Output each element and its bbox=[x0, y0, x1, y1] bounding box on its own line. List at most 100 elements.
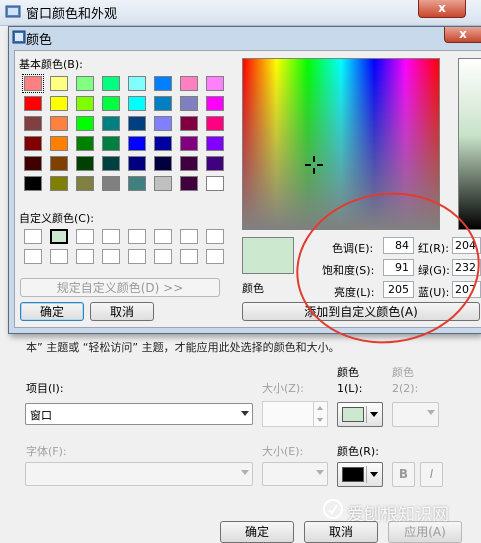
basic-colors-label: 基本颜色(B): bbox=[19, 58, 83, 71]
basic-color-swatch[interactable] bbox=[76, 76, 94, 91]
back-window-notice: 本” 主题或 “轻松访问” 主题，才能应用此处选择的颜色和大小。 bbox=[26, 341, 340, 354]
basic-color-swatch[interactable] bbox=[180, 176, 198, 191]
color-dialog-close-button[interactable]: x bbox=[444, 27, 481, 43]
basic-color-swatch[interactable] bbox=[50, 76, 68, 91]
basic-color-swatch[interactable] bbox=[50, 96, 68, 111]
back-window-close-button[interactable]: x bbox=[418, 0, 466, 18]
back-window-title: 窗口颜色和外观 bbox=[26, 7, 118, 22]
basic-color-swatch[interactable] bbox=[180, 156, 198, 171]
dialog-ok-button[interactable]: 确定 bbox=[20, 302, 84, 321]
basic-color-swatch[interactable] bbox=[24, 156, 42, 171]
basic-color-swatch[interactable] bbox=[102, 76, 120, 91]
color2-label-a: 颜色 bbox=[392, 366, 414, 379]
basic-color-swatch[interactable] bbox=[24, 136, 42, 151]
basic-color-swatch[interactable] bbox=[206, 76, 224, 91]
custom-color-swatch[interactable] bbox=[76, 249, 94, 264]
basic-color-swatch[interactable] bbox=[50, 156, 68, 171]
basic-color-swatch[interactable] bbox=[102, 116, 120, 131]
custom-color-swatch[interactable] bbox=[24, 229, 42, 244]
custom-color-swatch[interactable] bbox=[50, 229, 68, 244]
custom-color-swatch[interactable] bbox=[102, 249, 120, 264]
basic-color-swatch[interactable] bbox=[50, 116, 68, 131]
size-spinner-buttons[interactable] bbox=[313, 402, 327, 426]
basic-color-swatch[interactable] bbox=[154, 176, 172, 191]
basic-color-swatch[interactable] bbox=[76, 96, 94, 111]
font-dropdown[interactable] bbox=[25, 462, 253, 486]
basic-color-swatch[interactable] bbox=[180, 116, 198, 131]
color1-picker-button[interactable] bbox=[337, 402, 383, 427]
basic-color-swatch[interactable] bbox=[76, 136, 94, 151]
dialog-cancel-button[interactable]: 取消 bbox=[90, 302, 154, 321]
basic-color-swatch[interactable] bbox=[102, 96, 120, 111]
basic-color-swatch[interactable] bbox=[206, 176, 224, 191]
basic-color-swatch[interactable] bbox=[128, 136, 146, 151]
define-custom-colors-button[interactable]: 规定自定义颜色(D) >> bbox=[20, 278, 220, 297]
bold-button[interactable]: B bbox=[392, 462, 415, 487]
crosshair-icon[interactable] bbox=[305, 156, 323, 174]
basic-color-swatch[interactable] bbox=[50, 136, 68, 151]
basic-color-swatch[interactable] bbox=[206, 116, 224, 131]
item-label: 项目(I): bbox=[26, 382, 64, 395]
custom-color-swatch[interactable] bbox=[76, 229, 94, 244]
watermark-logo-icon bbox=[323, 499, 343, 519]
luminance-slider[interactable] bbox=[458, 58, 481, 230]
basic-color-swatch[interactable] bbox=[128, 116, 146, 131]
basic-color-swatch[interactable] bbox=[180, 96, 198, 111]
custom-color-swatch[interactable] bbox=[24, 249, 42, 264]
custom-color-swatch[interactable] bbox=[154, 229, 172, 244]
basic-color-swatch[interactable] bbox=[76, 176, 94, 191]
basic-color-swatch[interactable] bbox=[24, 116, 42, 131]
color2-picker-button[interactable] bbox=[392, 402, 439, 427]
color2-label-b: 2(2): bbox=[392, 382, 419, 395]
font-label: 字体(F): bbox=[26, 445, 67, 458]
custom-color-swatch[interactable] bbox=[128, 249, 146, 264]
basic-color-swatch[interactable] bbox=[102, 156, 120, 171]
basic-color-swatch[interactable] bbox=[128, 76, 146, 91]
basic-color-swatch[interactable] bbox=[24, 176, 42, 191]
chevron-down-icon bbox=[370, 472, 378, 477]
spin-down-icon bbox=[317, 418, 323, 422]
basic-color-swatch[interactable] bbox=[128, 176, 146, 191]
custom-color-swatch[interactable] bbox=[50, 249, 68, 264]
basic-color-swatch[interactable] bbox=[50, 176, 68, 191]
basic-color-swatch[interactable] bbox=[154, 76, 172, 91]
basic-color-swatch[interactable] bbox=[102, 176, 120, 191]
custom-color-swatch[interactable] bbox=[180, 229, 198, 244]
chevron-down-icon bbox=[427, 410, 435, 415]
custom-color-swatch[interactable] bbox=[180, 249, 198, 264]
custom-color-swatch[interactable] bbox=[128, 229, 146, 244]
color1-label-b: 1(L): bbox=[337, 382, 363, 395]
item-dropdown[interactable]: 窗口 bbox=[25, 403, 253, 425]
basic-color-swatch[interactable] bbox=[102, 136, 120, 151]
basic-color-swatch[interactable] bbox=[154, 156, 172, 171]
custom-color-swatch[interactable] bbox=[102, 229, 120, 244]
divider bbox=[366, 466, 367, 483]
back-ok-button[interactable]: 确定 bbox=[220, 521, 294, 543]
size-spinner[interactable] bbox=[262, 401, 328, 427]
font-color-picker-button[interactable] bbox=[337, 462, 383, 487]
basic-color-swatch[interactable] bbox=[180, 76, 198, 91]
italic-button[interactable]: I bbox=[420, 462, 443, 487]
basic-color-swatch[interactable] bbox=[76, 156, 94, 171]
basic-color-swatch[interactable] bbox=[154, 116, 172, 131]
custom-color-swatch[interactable] bbox=[206, 229, 224, 244]
basic-color-swatch[interactable] bbox=[128, 156, 146, 171]
custom-color-swatch[interactable] bbox=[206, 249, 224, 264]
basic-color-swatch[interactable] bbox=[154, 96, 172, 111]
basic-color-swatch[interactable] bbox=[22, 74, 44, 93]
chevron-down-icon bbox=[241, 470, 249, 475]
basic-color-swatch[interactable] bbox=[76, 116, 94, 131]
color1-swatch bbox=[342, 407, 364, 422]
basic-color-swatch[interactable] bbox=[206, 96, 224, 111]
basic-color-swatch[interactable] bbox=[206, 136, 224, 151]
basic-color-swatch[interactable] bbox=[24, 96, 42, 111]
basic-color-swatch[interactable] bbox=[128, 96, 146, 111]
watermark-text: 爱刨根知识网 bbox=[347, 505, 449, 525]
basic-color-swatch[interactable] bbox=[206, 156, 224, 171]
custom-color-swatch[interactable] bbox=[154, 249, 172, 264]
preview-label: 颜色 bbox=[242, 282, 264, 295]
font-size-dropdown[interactable] bbox=[262, 462, 328, 486]
basic-color-swatch[interactable] bbox=[154, 136, 172, 151]
chevron-down-icon bbox=[241, 411, 249, 416]
basic-color-swatch[interactable] bbox=[180, 136, 198, 151]
